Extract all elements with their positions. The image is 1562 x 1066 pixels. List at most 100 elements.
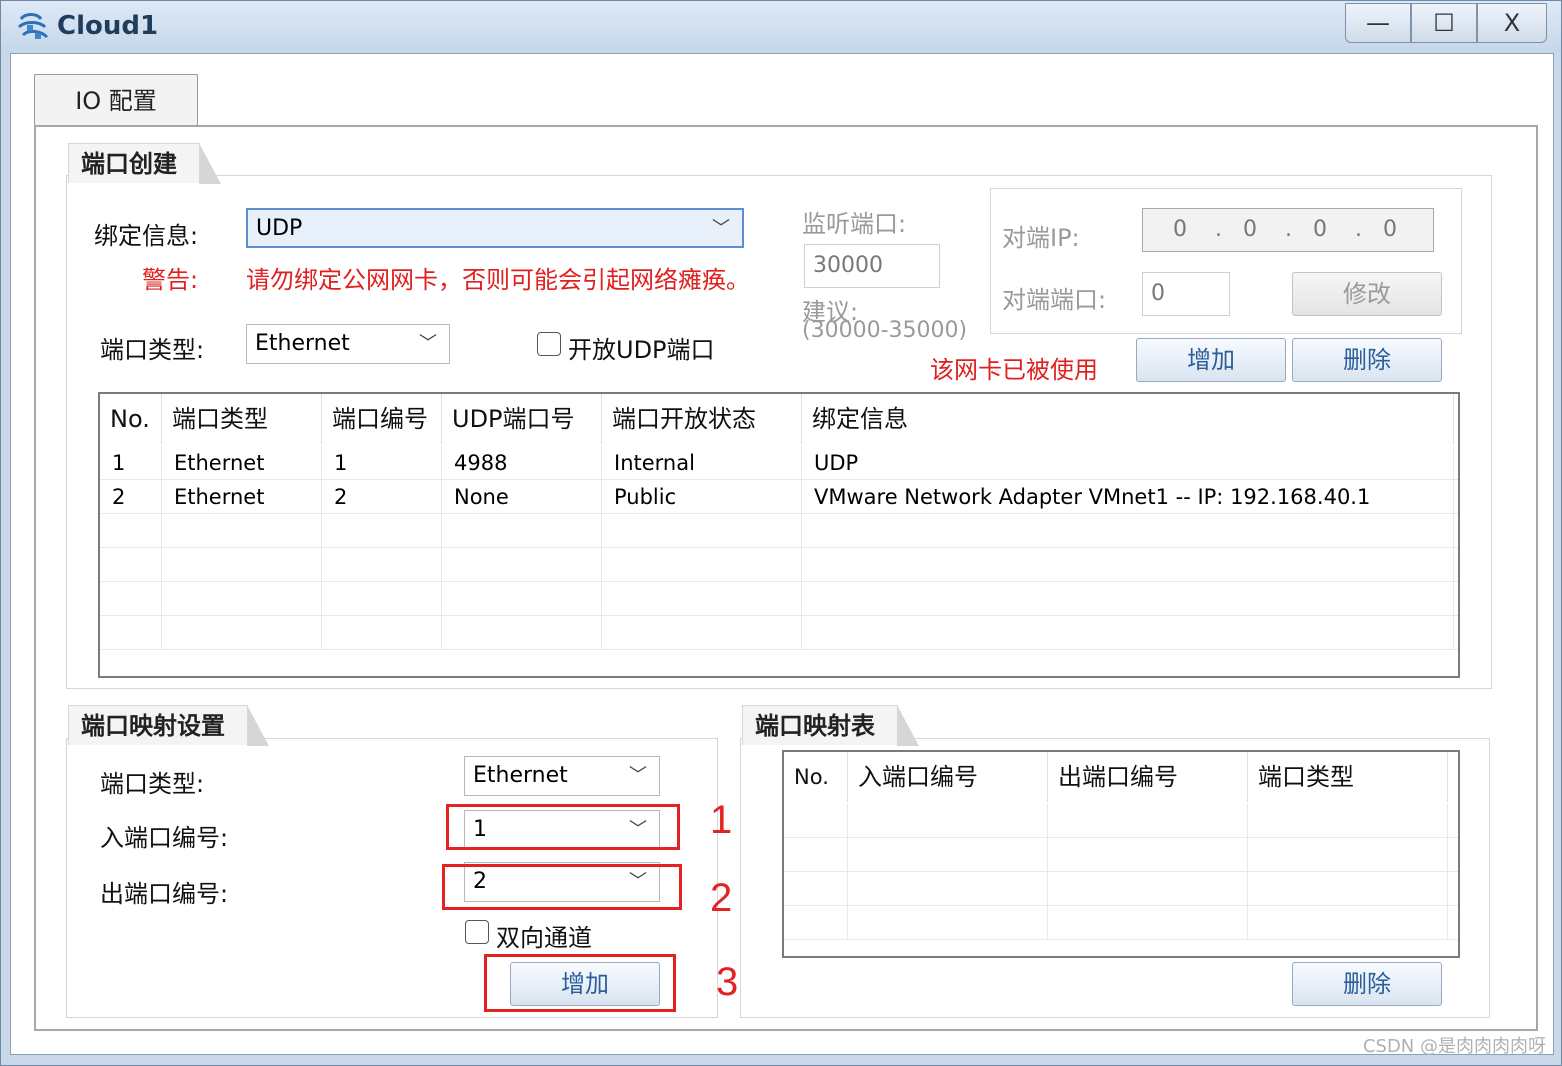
peer-ip-input[interactable]: 0 . 0 . 0 . 0 — [1142, 208, 1434, 252]
cell-port-number: 2 — [322, 480, 442, 514]
empty-row — [784, 838, 1458, 872]
empty-cell — [1248, 804, 1448, 838]
chevron-down-icon: ﹀ — [419, 333, 437, 354]
port-table[interactable]: No. 端口类型 端口编号 UDP端口号 端口开放状态 绑定信息 1 Ether… — [98, 392, 1460, 678]
port-type-select[interactable]: Ethernet ﹀ — [246, 324, 450, 364]
empty-cell — [848, 838, 1048, 872]
empty-cell — [802, 514, 1454, 548]
empty-cell — [784, 804, 848, 838]
empty-cell — [322, 616, 442, 650]
ip-dot: . — [1285, 217, 1292, 242]
empty-cell — [1248, 838, 1448, 872]
empty-cell — [162, 514, 322, 548]
mapping-table[interactable]: No. 入端口编号 出端口编号 端口类型 — [782, 750, 1460, 958]
tab-io-config[interactable]: IO 配置 — [34, 74, 198, 128]
empty-row — [100, 548, 1458, 582]
port-create-title: 端口创建 — [68, 143, 221, 184]
peer-port-label: 对端端口: — [1002, 286, 1107, 314]
annotation-box-3 — [484, 954, 676, 1012]
empty-cell — [1248, 906, 1448, 940]
cell-udp-port: 4988 — [442, 446, 602, 480]
empty-cell — [802, 548, 1454, 582]
chevron-down-icon: ﹀ — [629, 765, 647, 786]
empty-cell — [784, 838, 848, 872]
empty-row — [100, 514, 1458, 548]
table-row[interactable]: 2 Ethernet 2 None Public VMware Network … — [100, 480, 1458, 514]
mapping-port-type-value: Ethernet — [473, 763, 568, 788]
close-button[interactable]: X — [1477, 3, 1547, 43]
column-header[interactable]: 入端口编号 — [848, 752, 1048, 802]
annotation-number: 1 — [710, 798, 733, 842]
delete-port-button[interactable]: 删除 — [1292, 338, 1442, 382]
cell-udp-port: None — [442, 480, 602, 514]
bind-info-label: 绑定信息: — [94, 222, 199, 250]
open-udp-checkbox[interactable] — [537, 332, 561, 356]
empty-cell — [442, 582, 602, 616]
minimize-button[interactable]: — — [1345, 3, 1411, 43]
empty-cell — [848, 872, 1048, 906]
peer-ip-label: 对端IP: — [1002, 224, 1080, 252]
in-port-label: 入端口编号: — [100, 824, 229, 852]
empty-cell — [1048, 804, 1248, 838]
column-header[interactable]: 端口类型 — [162, 394, 322, 444]
ip-octet: 0 — [1243, 217, 1257, 242]
warning-label: 警告: — [142, 266, 199, 294]
empty-cell — [848, 804, 1048, 838]
table-row[interactable]: 1 Ethernet 1 4988 Internal UDP — [100, 446, 1458, 480]
empty-row — [100, 582, 1458, 616]
empty-row — [784, 906, 1458, 940]
out-port-label: 出端口编号: — [100, 880, 229, 908]
column-header[interactable]: No. — [100, 394, 162, 444]
empty-cell — [802, 582, 1454, 616]
cell-open-status: Internal — [602, 446, 802, 480]
empty-cell — [100, 616, 162, 650]
annotation-number: 2 — [710, 876, 733, 920]
column-header[interactable]: 端口类型 — [1248, 752, 1448, 802]
mapping-settings-title: 端口映射设置 — [68, 705, 269, 746]
listen-port-input[interactable]: 30000 — [804, 244, 940, 288]
open-udp-label: 开放UDP端口 — [568, 336, 715, 364]
empty-cell — [602, 616, 802, 650]
window-title: Cloud1 — [57, 11, 159, 41]
add-port-button[interactable]: 增加 — [1136, 338, 1286, 382]
empty-cell — [1048, 906, 1248, 940]
empty-cell — [322, 514, 442, 548]
cell-binding: VMware Network Adapter VMnet1 -- IP: 192… — [802, 480, 1454, 514]
empty-cell — [602, 548, 802, 582]
empty-cell — [848, 906, 1048, 940]
warning-text: 请勿绑定公网网卡，否则可能会引起网络瘫痪。 — [246, 266, 750, 294]
empty-cell — [442, 548, 602, 582]
delete-mapping-button[interactable]: 删除 — [1292, 962, 1442, 1006]
cell-port-type: Ethernet — [162, 446, 322, 480]
empty-cell — [100, 514, 162, 548]
ip-octet: 0 — [1173, 217, 1187, 242]
chevron-down-icon: ﹀ — [712, 218, 730, 239]
annotation-box-1 — [446, 804, 680, 850]
title-bar[interactable]: Cloud1 — ☐ X — [1, 1, 1561, 53]
bind-info-select[interactable]: UDP ﹀ — [246, 208, 744, 248]
cell-port-type: Ethernet — [162, 480, 322, 514]
empty-cell — [162, 582, 322, 616]
empty-cell — [784, 872, 848, 906]
column-header[interactable]: 出端口编号 — [1048, 752, 1248, 802]
modify-button[interactable]: 修改 — [1292, 272, 1442, 316]
ip-dot: . — [1355, 217, 1362, 242]
column-header[interactable]: 端口编号 — [322, 394, 442, 444]
cloud-app-icon — [17, 13, 49, 39]
column-header[interactable]: No. — [784, 752, 848, 802]
empty-cell — [100, 548, 162, 582]
empty-cell — [322, 548, 442, 582]
maximize-button[interactable]: ☐ — [1411, 3, 1477, 43]
empty-cell — [1048, 872, 1248, 906]
suggest-range: (30000-35000) — [802, 318, 968, 343]
empty-cell — [784, 906, 848, 940]
column-header[interactable]: 绑定信息 — [802, 394, 1454, 444]
cell-port-number: 1 — [322, 446, 442, 480]
annotation-box-2 — [442, 864, 682, 910]
column-header[interactable]: UDP端口号 — [442, 394, 602, 444]
peer-port-input[interactable]: 0 — [1142, 272, 1230, 316]
mapping-port-type-select[interactable]: Ethernet ﹀ — [464, 756, 660, 796]
bidirectional-checkbox[interactable] — [465, 920, 489, 944]
empty-cell — [162, 616, 322, 650]
column-header[interactable]: 端口开放状态 — [602, 394, 802, 444]
